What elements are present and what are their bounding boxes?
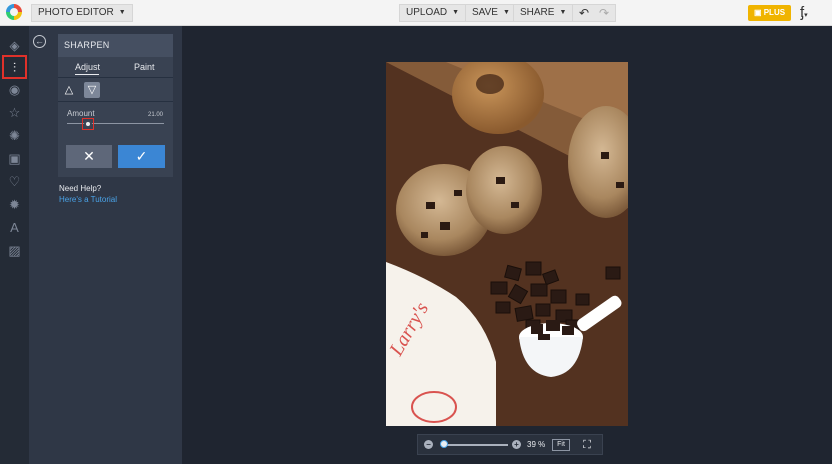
undo-redo-group: ↶ ↷ <box>572 4 616 22</box>
effects-icon[interactable]: ✺ <box>4 125 25 146</box>
fit-button[interactable]: Fit <box>552 439 570 451</box>
amount-value: 21.00 <box>148 112 164 118</box>
redo-icon[interactable]: ↷ <box>599 5 609 21</box>
zoom-out-icon[interactable]: − <box>424 440 433 449</box>
photo-canvas[interactable]: Larry's <box>386 62 628 426</box>
tab-paint[interactable]: Paint <box>134 62 155 72</box>
zoom-in-icon[interactable]: + <box>512 440 521 449</box>
photo-editor-menu[interactable]: PHOTO EDITOR ▼ <box>31 4 133 22</box>
upload-label: UPLOAD <box>406 7 448 18</box>
save-button[interactable]: SAVE ▼ <box>465 4 517 22</box>
chevron-down-icon: ▾ <box>804 12 808 19</box>
triangle-shape-icon[interactable]: △ <box>61 82 77 98</box>
chevron-down-icon: ▼ <box>502 9 510 16</box>
undo-icon[interactable]: ↶ <box>579 5 589 21</box>
chevron-down-icon: ▼ <box>452 9 460 16</box>
tutorial-link[interactable]: Here's a Tutorial <box>59 195 117 204</box>
app-logo-icon[interactable] <box>6 4 22 20</box>
fullscreen-icon[interactable]: ⛶ <box>581 439 593 451</box>
share-button[interactable]: SHARE ▼ <box>513 4 574 22</box>
profile-menu[interactable]: ᶂ▾ <box>800 3 822 23</box>
texture-icon[interactable]: ▨ <box>4 240 25 261</box>
heart-icon[interactable]: ♡ <box>4 171 25 192</box>
badge-icon[interactable]: ✹ <box>4 194 25 215</box>
chevron-down-icon: ▼ <box>118 9 126 16</box>
close-icon: ✕ <box>83 148 95 164</box>
apply-button[interactable]: ✓ <box>118 145 165 168</box>
amount-slider-thumb[interactable] <box>84 120 92 128</box>
shield-shape-icon[interactable]: ▽ <box>84 82 100 98</box>
layers-icon[interactable]: ◈ <box>4 35 25 56</box>
divider <box>58 101 173 102</box>
divider <box>58 77 173 78</box>
share-label: SHARE <box>520 7 555 18</box>
save-label: SAVE <box>472 7 498 18</box>
plus-upgrade-button[interactable]: ▣ PLUS <box>748 5 791 21</box>
adjust-icon[interactable]: ⫶ <box>2 55 27 79</box>
cancel-button[interactable]: ✕ <box>66 145 112 168</box>
plus-label: PLUS <box>763 8 786 17</box>
active-tab-indicator <box>75 74 99 75</box>
zoom-bar: − + 39 % Fit ⛶ <box>417 434 603 455</box>
photo-image: Larry's <box>386 62 628 426</box>
zoom-value: 39 % <box>527 440 546 449</box>
eye-icon[interactable]: ◉ <box>4 79 25 100</box>
upload-button[interactable]: UPLOAD ▼ <box>399 4 467 22</box>
top-bar: PHOTO EDITOR ▼ UPLOAD ▼ SAVE ▼ SHARE ▼ ↶ ↷ ▣… <box>0 0 832 26</box>
panel-title: SHARPEN <box>58 34 173 57</box>
photo-editor-label: PHOTO EDITOR <box>38 7 114 18</box>
tab-adjust[interactable]: Adjust <box>75 62 100 72</box>
zoom-slider-thumb[interactable] <box>440 440 448 448</box>
amount-label: Amount <box>67 109 95 118</box>
text-icon[interactable]: A <box>4 217 25 238</box>
chevron-down-icon: ▼ <box>559 9 567 16</box>
zoom-slider-track[interactable] <box>444 444 508 446</box>
star-icon[interactable]: ☆ <box>4 102 25 123</box>
help-question: Need Help? <box>59 184 102 193</box>
check-icon: ✓ <box>135 148 148 164</box>
back-arrow-icon[interactable]: ← <box>33 35 46 48</box>
frame-icon[interactable]: ▣ <box>4 148 25 169</box>
